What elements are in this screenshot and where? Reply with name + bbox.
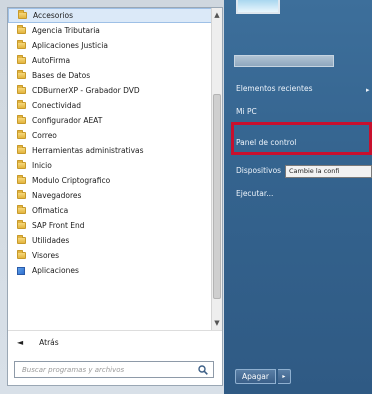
program-item[interactable]: Aplicaciones Justicia bbox=[8, 38, 222, 53]
back-button[interactable]: ◄ Atrás bbox=[8, 330, 222, 354]
program-item-label: Inicio bbox=[32, 161, 52, 170]
folder-icon bbox=[17, 130, 26, 139]
program-item-label: Navegadores bbox=[32, 191, 82, 200]
user-picture[interactable] bbox=[236, 0, 280, 14]
folder-icon bbox=[17, 190, 26, 199]
program-item-label: Ofimatica bbox=[32, 206, 69, 215]
search-icon[interactable] bbox=[198, 365, 208, 375]
program-item-label: Aplicaciones bbox=[32, 266, 79, 275]
program-item[interactable]: Inicio bbox=[8, 158, 222, 173]
menu-item-my-pc[interactable]: Mi PC bbox=[236, 107, 257, 116]
program-item[interactable]: Conectividad bbox=[8, 98, 222, 113]
program-item[interactable]: Visores bbox=[8, 248, 222, 263]
program-item-label: CDBurnerXP - Grabador DVD bbox=[32, 86, 140, 95]
program-item-label: Herramientas administrativas bbox=[32, 146, 144, 155]
folder-icon bbox=[17, 175, 26, 184]
program-item[interactable]: Herramientas administrativas bbox=[8, 143, 222, 158]
folder-icon bbox=[17, 250, 26, 259]
scroll-up-icon[interactable]: ▲ bbox=[212, 10, 222, 20]
folder-icon bbox=[17, 160, 26, 169]
program-item-label: Utilidades bbox=[32, 236, 70, 245]
all-programs-list: Accesorios Agencia Tributaria Aplicaciones… bbox=[8, 8, 222, 278]
folder-icon bbox=[17, 115, 26, 124]
start-menu: Accesorios Agencia Tributaria Aplicaciones… bbox=[0, 0, 372, 394]
folder-icon bbox=[17, 70, 26, 79]
program-item[interactable]: Correo bbox=[8, 128, 222, 143]
program-item-label: SAP Front End bbox=[32, 221, 85, 230]
program-item[interactable]: CDBurnerXP - Grabador DVD bbox=[8, 83, 222, 98]
folder-icon bbox=[17, 235, 26, 244]
program-item-label: Agencia Tributaria bbox=[32, 26, 100, 35]
program-item[interactable]: Accesorios bbox=[8, 8, 222, 23]
search-box[interactable] bbox=[14, 361, 214, 378]
folder-icon bbox=[17, 220, 26, 229]
folder-icon bbox=[17, 145, 26, 154]
program-item[interactable]: Aplicaciones bbox=[8, 263, 222, 278]
shutdown-options-arrow-icon[interactable]: ▸ bbox=[277, 369, 291, 384]
program-item-label: Accesorios bbox=[33, 11, 74, 20]
program-item-label: Modulo Criptografico bbox=[32, 176, 111, 185]
app-icon bbox=[17, 266, 25, 275]
tooltip: Cambie la confi bbox=[285, 165, 372, 178]
program-item[interactable]: AutoFirma bbox=[8, 53, 222, 68]
programs-pane: Accesorios Agencia Tributaria Aplicaciones… bbox=[7, 7, 223, 386]
folder-icon bbox=[17, 40, 26, 49]
search-input[interactable] bbox=[15, 362, 195, 377]
right-pane: Elementos recientes ▸ Mi PC Panel de con… bbox=[224, 0, 372, 394]
scroll-thumb[interactable] bbox=[213, 94, 221, 299]
all-programs-list-container: Accesorios Agencia Tributaria Aplicaciones… bbox=[8, 8, 222, 330]
menu-item-recent[interactable]: Elementos recientes bbox=[236, 84, 313, 93]
menu-item-control-panel[interactable]: Panel de control bbox=[236, 138, 296, 147]
program-item[interactable]: Navegadores bbox=[8, 188, 222, 203]
program-item[interactable]: Configurador AEAT bbox=[8, 113, 222, 128]
shutdown-group: Apagar ▸ bbox=[235, 369, 291, 384]
program-item-label: Conectividad bbox=[32, 101, 81, 110]
menu-item-devices[interactable]: Dispositivos bbox=[236, 166, 281, 175]
menu-item-run[interactable]: Ejecutar... bbox=[236, 189, 273, 198]
program-item[interactable]: Bases de Datos bbox=[8, 68, 222, 83]
user-name-plate[interactable] bbox=[234, 55, 334, 67]
recent-arrow-icon[interactable]: ▸ bbox=[366, 86, 370, 94]
program-item[interactable]: Modulo Criptografico bbox=[8, 173, 222, 188]
program-item-label: Visores bbox=[32, 251, 59, 260]
program-item[interactable]: SAP Front End bbox=[8, 218, 222, 233]
program-item-label: Bases de Datos bbox=[32, 71, 91, 80]
programs-scrollbar[interactable]: ▲ ▼ bbox=[211, 8, 222, 330]
folder-icon bbox=[18, 10, 27, 19]
scroll-down-icon[interactable]: ▼ bbox=[212, 318, 222, 328]
back-arrow-icon: ◄ bbox=[17, 338, 24, 347]
program-item[interactable]: Utilidades bbox=[8, 233, 222, 248]
program-item-label: Correo bbox=[32, 131, 57, 140]
shutdown-button[interactable]: Apagar bbox=[235, 369, 276, 384]
folder-icon bbox=[17, 85, 26, 94]
back-label: Atrás bbox=[39, 338, 59, 347]
folder-icon bbox=[17, 100, 26, 109]
program-item-label: Configurador AEAT bbox=[32, 116, 103, 125]
program-item-label: AutoFirma bbox=[32, 56, 71, 65]
program-item-label: Aplicaciones Justicia bbox=[32, 41, 108, 50]
folder-icon bbox=[17, 25, 26, 34]
program-item[interactable]: Ofimatica bbox=[8, 203, 222, 218]
program-item[interactable]: Agencia Tributaria bbox=[8, 23, 222, 38]
folder-icon bbox=[17, 55, 26, 64]
folder-icon bbox=[17, 205, 26, 214]
